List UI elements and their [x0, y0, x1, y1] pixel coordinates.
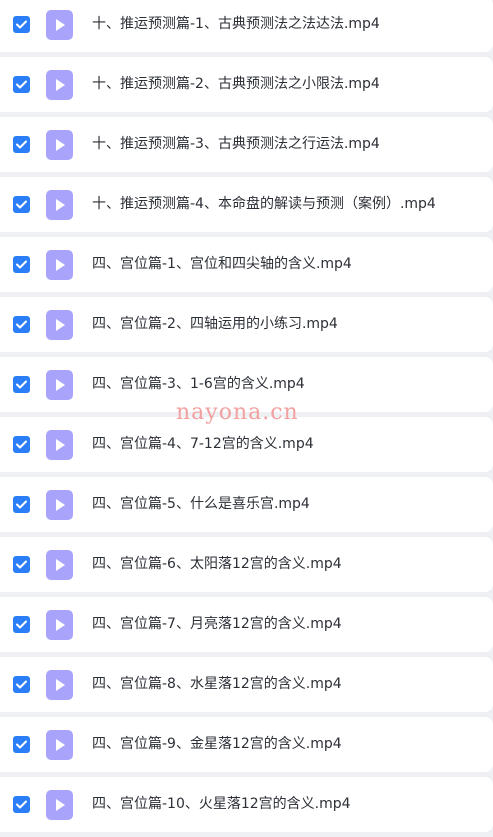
video-file-icon: [46, 310, 73, 340]
checkmark-icon: [16, 80, 27, 89]
checkmark-icon: [16, 440, 27, 449]
video-file-icon: [46, 610, 73, 640]
video-file-icon: [46, 190, 73, 220]
video-file-icon: [46, 250, 73, 280]
checkmark-icon: [16, 320, 27, 329]
file-name: 四、宫位篇-2、四轴运用的小练习.mp4: [92, 316, 338, 332]
checkbox-checked[interactable]: [13, 676, 30, 693]
file-row[interactable]: 四、宫位篇-1、宫位和四尖轴的含义.mp4: [0, 237, 493, 292]
file-row[interactable]: 十、推运预测篇-2、古典预测法之小限法.mp4: [0, 57, 493, 112]
checkbox-checked[interactable]: [13, 196, 30, 213]
checkmark-icon: [16, 140, 27, 149]
file-name: 四、宫位篇-9、金星落12宫的含义.mp4: [92, 736, 342, 752]
checkmark-icon: [16, 560, 27, 569]
checkbox-checked[interactable]: [13, 76, 30, 93]
video-file-icon: [46, 130, 73, 160]
file-name: 十、推运预测篇-3、古典预测法之行运法.mp4: [92, 136, 380, 152]
checkbox-checked[interactable]: [13, 436, 30, 453]
video-file-icon: [46, 430, 73, 460]
checkmark-icon: [16, 500, 27, 509]
file-row[interactable]: 四、宫位篇-7、月亮落12宫的含义.mp4: [0, 597, 493, 652]
file-name: 四、宫位篇-5、什么是喜乐宫.mp4: [92, 496, 310, 512]
video-file-icon: [46, 370, 73, 400]
checkbox-checked[interactable]: [13, 16, 30, 33]
checkmark-icon: [16, 20, 27, 29]
video-file-icon: [46, 670, 73, 700]
file-name: 四、宫位篇-1、宫位和四尖轴的含义.mp4: [92, 256, 352, 272]
file-name: 四、宫位篇-6、太阳落12宫的含义.mp4: [92, 556, 342, 572]
checkmark-icon: [16, 740, 27, 749]
file-name: 四、宫位篇-4、7-12宫的含义.mp4: [92, 436, 314, 452]
video-file-icon: [46, 10, 73, 40]
file-name: 十、推运预测篇-4、本命盘的解读与预测（案例）.mp4: [92, 196, 436, 212]
file-row[interactable]: 四、宫位篇-9、金星落12宫的含义.mp4: [0, 717, 493, 772]
video-file-icon: [46, 730, 73, 760]
checkmark-icon: [16, 260, 27, 269]
video-file-icon: [46, 490, 73, 520]
file-row[interactable]: 四、宫位篇-8、水星落12宫的含义.mp4: [0, 657, 493, 712]
checkbox-checked[interactable]: [13, 256, 30, 273]
checkbox-checked[interactable]: [13, 376, 30, 393]
video-file-icon: [46, 70, 73, 100]
checkbox-checked[interactable]: [13, 136, 30, 153]
file-name: 十、推运预测篇-2、古典预测法之小限法.mp4: [92, 76, 380, 92]
file-row[interactable]: 四、宫位篇-5、什么是喜乐宫.mp4: [0, 477, 493, 532]
video-file-icon: [46, 550, 73, 580]
checkmark-icon: [16, 380, 27, 389]
file-name: 四、宫位篇-7、月亮落12宫的含义.mp4: [92, 616, 342, 632]
watermark: nayona.cn: [176, 400, 299, 425]
checkmark-icon: [16, 620, 27, 629]
file-row[interactable]: 四、宫位篇-2、四轴运用的小练习.mp4: [0, 297, 493, 352]
file-row[interactable]: 四、宫位篇-10、火星落12宫的含义.mp4: [0, 777, 493, 832]
checkmark-icon: [16, 800, 27, 809]
checkbox-checked[interactable]: [13, 496, 30, 513]
file-row[interactable]: 十、推运预测篇-3、古典预测法之行运法.mp4: [0, 117, 493, 172]
file-name: 十、推运预测篇-1、古典预测法之法达法.mp4: [92, 16, 380, 32]
file-row[interactable]: 四、宫位篇-4、7-12宫的含义.mp4: [0, 417, 493, 472]
file-name: 四、宫位篇-8、水星落12宫的含义.mp4: [92, 676, 342, 692]
checkbox-checked[interactable]: [13, 616, 30, 633]
checkmark-icon: [16, 200, 27, 209]
checkbox-checked[interactable]: [13, 316, 30, 333]
checkbox-checked[interactable]: [13, 796, 30, 813]
file-row[interactable]: 四、宫位篇-6、太阳落12宫的含义.mp4: [0, 537, 493, 592]
video-file-icon: [46, 790, 73, 820]
file-name: 四、宫位篇-10、火星落12宫的含义.mp4: [92, 796, 351, 812]
file-row[interactable]: 十、推运预测篇-4、本命盘的解读与预测（案例）.mp4: [0, 177, 493, 232]
checkbox-checked[interactable]: [13, 556, 30, 573]
checkmark-icon: [16, 680, 27, 689]
checkbox-checked[interactable]: [13, 736, 30, 753]
file-row[interactable]: 十、推运预测篇-1、古典预测法之法达法.mp4: [0, 0, 493, 52]
